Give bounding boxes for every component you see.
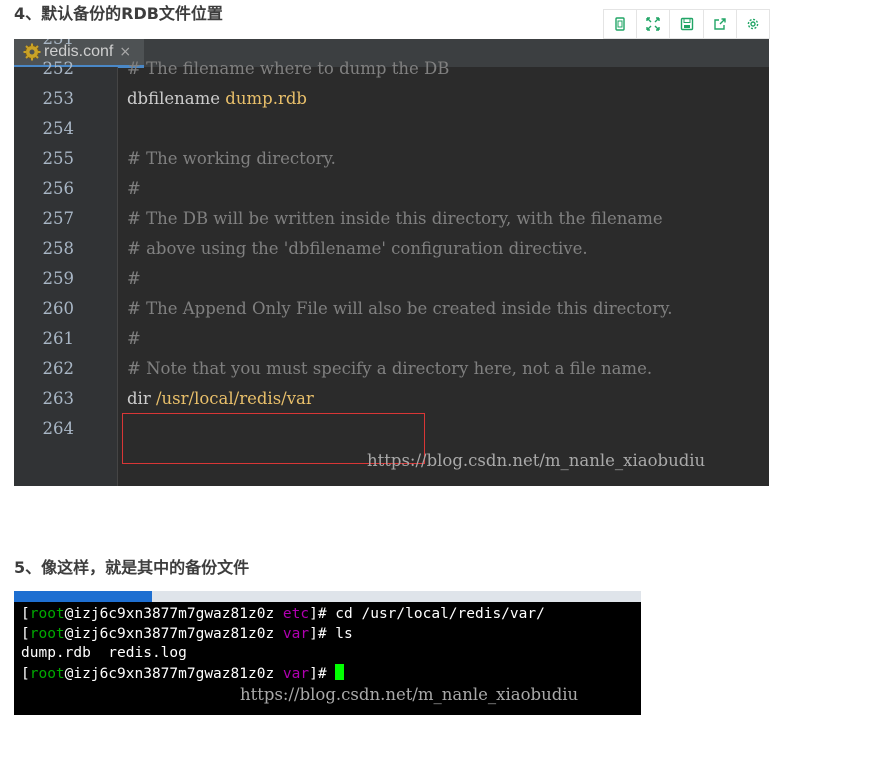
code-comment: # above using the 'dbfilename' configura…	[127, 239, 588, 258]
line-number: 260	[42, 299, 75, 318]
watermark: https://blog.csdn.net/m_nanle_xiaobudiu	[367, 451, 706, 470]
prompt-host: @izj6c9xn3877m7gwaz81z0z	[64, 665, 283, 682]
code-comment: #	[127, 329, 141, 348]
settings-icon	[747, 18, 759, 30]
fullscreen-button[interactable]	[637, 10, 671, 38]
code-line: 256 #	[14, 174, 769, 204]
command-output: dump.rdb redis.log	[21, 645, 187, 661]
command-text: ls	[326, 625, 353, 642]
code-line: 262 # Note that you must specify a direct…	[14, 354, 769, 384]
prompt-dir: etc	[282, 606, 310, 622]
copy-icon	[615, 17, 625, 31]
prompt-host: @izj6c9xn3877m7gwaz81z0z	[64, 606, 283, 622]
command-text: cd /usr/local/redis/var/	[326, 606, 545, 622]
code-text: # above using the 'dbfilename' configura…	[127, 234, 588, 264]
share-icon	[714, 18, 726, 30]
line-number: 253	[42, 89, 75, 108]
config-key: dir	[127, 389, 156, 408]
terminal-line: [root@izj6c9xn3877m7gwaz81z0z etc]# cd /…	[21, 605, 545, 625]
code-text: # The filename where to dump the DB	[127, 54, 449, 84]
code-comment: # The Append Only File will also be crea…	[127, 299, 673, 318]
line-number: 259	[42, 269, 75, 288]
code-line: 259 #	[14, 264, 769, 294]
code-text: # Note that you must specify a directory…	[127, 354, 652, 384]
config-value: dump.rdb	[225, 89, 307, 108]
line-number: 251	[14, 39, 75, 54]
prompt-dir: var	[282, 625, 310, 642]
fullscreen-icon	[646, 17, 660, 31]
code-comment: #	[127, 269, 141, 288]
line-number: 255	[42, 149, 75, 168]
code-toolbar	[603, 9, 770, 39]
code-comment: # The DB will be written inside this dir…	[127, 209, 663, 228]
prompt-host: @izj6c9xn3877m7gwaz81z0z	[64, 625, 283, 642]
terminal-line: dump.rdb redis.log	[21, 644, 545, 664]
code-comment: #	[127, 179, 141, 198]
line-number: 263	[42, 389, 75, 408]
code-line: 251	[14, 39, 769, 54]
terminal-cursor	[335, 663, 345, 680]
prompt-user: root	[29, 625, 65, 642]
prompt-user: root	[29, 606, 65, 622]
terminal-window: [root@izj6c9xn3877m7gwaz81z0z etc]# cd /…	[14, 591, 641, 715]
line-number: 258	[42, 239, 75, 258]
line-number: 264	[42, 419, 75, 438]
prompt-suffix: ]#	[309, 625, 327, 642]
prompt-bracket: [	[21, 606, 30, 622]
line-number: 262	[42, 359, 75, 378]
code-text: #	[127, 324, 141, 354]
prompt-user: root	[29, 665, 65, 682]
share-button[interactable]	[704, 10, 737, 38]
code-text: # The Append Only File will also be crea…	[127, 294, 672, 324]
code-line: 252 # The filename where to dump the DB	[14, 54, 769, 84]
line-number: 257	[42, 209, 75, 228]
section-heading-step4: 4、默认备份的RDB文件位置	[14, 4, 223, 23]
prompt-dir: var	[282, 665, 310, 682]
prompt-suffix: ]#	[309, 606, 327, 622]
code-line: 254	[14, 114, 769, 144]
terminal-active-tab[interactable]	[14, 591, 152, 602]
code-comment: # Note that you must specify a directory…	[127, 359, 653, 378]
terminal-line: [root@izj6c9xn3877m7gwaz81z0z var]#	[21, 663, 545, 684]
line-number: 254	[42, 119, 75, 138]
prompt-suffix: ]#	[309, 665, 327, 682]
line-number: 252	[42, 59, 75, 78]
code-text: #	[127, 264, 141, 294]
code-line: 260 # The Append Only File will also be c…	[14, 294, 769, 324]
code-line: 258 # above using the 'dbfilename' config…	[14, 234, 769, 264]
code-line: 255 # The working directory.	[14, 144, 769, 174]
code-line: 257 # The DB will be written inside this …	[14, 204, 769, 234]
command-text	[327, 666, 336, 682]
watermark: https://blog.csdn.net/m_nanle_xiaobudiu	[240, 685, 579, 704]
config-key: dbfilename	[127, 89, 226, 108]
code-line: 253 dbfilename dump.rdb	[14, 84, 769, 114]
terminal-line: [root@izj6c9xn3877m7gwaz81z0z var]# ls	[21, 625, 545, 645]
code-comment: # The filename where to dump the DB	[127, 59, 450, 78]
code-text: #	[127, 174, 141, 204]
save-icon	[680, 17, 693, 31]
code-line: 263 dir /usr/local/redis/var	[14, 384, 769, 414]
config-value: /usr/local/redis/var	[155, 389, 314, 408]
code-text: # The working directory.	[127, 144, 336, 174]
terminal-titlebar	[14, 591, 641, 602]
settings-button[interactable]	[737, 10, 769, 38]
prompt-bracket: [	[21, 625, 30, 642]
section-heading-step5: 5、像这样，就是其中的备份文件	[14, 558, 250, 577]
save-button[interactable]	[670, 10, 704, 38]
code-text: dbfilename dump.rdb	[127, 84, 307, 114]
line-number: 256	[42, 179, 75, 198]
terminal-output: [root@izj6c9xn3877m7gwaz81z0z etc]# cd /…	[21, 605, 545, 683]
copy-button[interactable]	[604, 10, 638, 38]
line-number: 261	[42, 329, 75, 348]
prompt-bracket: [	[21, 665, 30, 682]
code-comment: # The working directory.	[127, 149, 336, 168]
code-editor: redis.conf × 251252# The filename where …	[14, 39, 769, 486]
code-line: 261 #	[14, 324, 769, 354]
code-text: # The DB will be written inside this dir…	[127, 204, 663, 234]
code-text: dir /usr/local/redis/var	[127, 384, 314, 414]
